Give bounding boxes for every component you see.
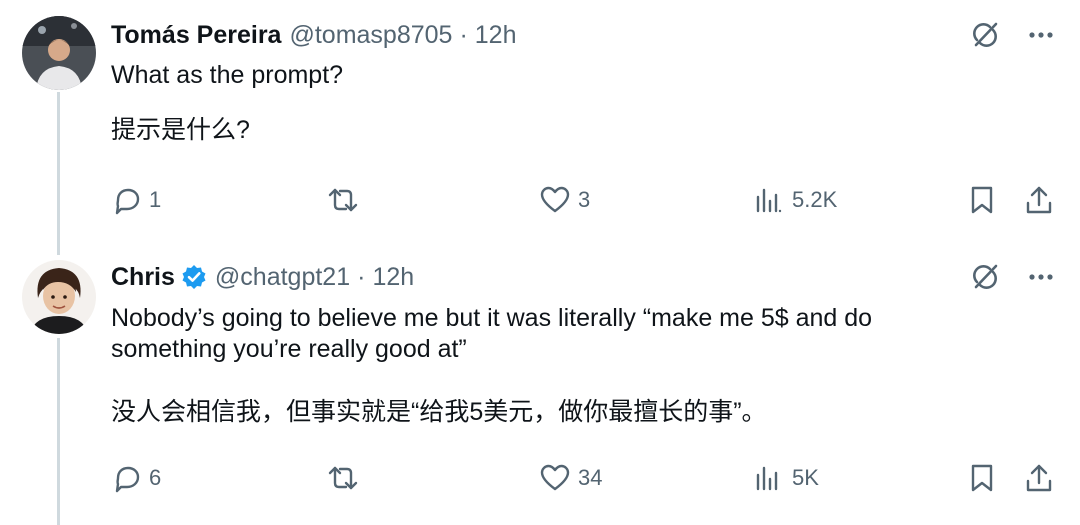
tweet-text-chinese: 提示是什么?: [111, 116, 250, 144]
bookmark-button[interactable]: [965, 458, 999, 498]
share-icon: [1026, 464, 1052, 492]
display-name[interactable]: Chris: [111, 263, 175, 292]
repost-icon: [328, 466, 358, 490]
verified-badge-icon: [181, 264, 207, 290]
share-button[interactable]: [1022, 458, 1056, 498]
tweet-1[interactable]: Tomás Pereira @tomasp8705 · 12h What as …: [0, 0, 1080, 255]
user-handle[interactable]: @tomasp8705: [289, 21, 452, 50]
separator-dot: ·: [357, 262, 366, 291]
timestamp[interactable]: 12h: [475, 21, 517, 50]
timestamp[interactable]: 12h: [372, 263, 414, 292]
tweet-text-chinese: 没人会相信我，但事实就是“给我5美元，做你最擅长的事”。: [111, 398, 767, 426]
more-icon[interactable]: [1024, 18, 1058, 52]
share-button[interactable]: [1022, 180, 1056, 220]
views-icon: [756, 466, 778, 491]
view-count: 5K: [792, 465, 819, 490]
user-handle[interactable]: @chatgpt21: [215, 263, 350, 292]
display-name[interactable]: Tomás Pereira: [111, 21, 281, 50]
repost-button[interactable]: [326, 180, 366, 220]
reply-icon: [115, 466, 140, 493]
reply-count: 1: [149, 187, 162, 212]
like-icon: [540, 464, 570, 491]
tweet-top-actions: [968, 18, 1058, 52]
view-count: 5.2K: [792, 187, 838, 212]
separator-dot: ·: [459, 20, 468, 49]
thread-line: [57, 92, 60, 255]
like-button[interactable]: 34: [538, 458, 602, 498]
share-icon: [1026, 186, 1052, 214]
avatar-photo: [22, 16, 96, 90]
bookmark-icon: [971, 464, 993, 492]
bookmark-icon: [971, 186, 993, 214]
grok-icon[interactable]: [968, 260, 1002, 294]
reply-button[interactable]: 1: [109, 180, 161, 220]
action-bar: 6 34 5K: [0, 458, 1080, 498]
avatar[interactable]: [22, 260, 96, 334]
bookmark-button[interactable]: [965, 180, 999, 220]
tweet-text-english: Nobody’s going to believe me but it was …: [111, 304, 873, 363]
tweet-header: Tomás Pereira @tomasp8705 · 12h: [111, 17, 517, 53]
reply-icon: [115, 188, 140, 215]
tweet-header: Chris @chatgpt21 · 12h: [111, 259, 414, 295]
reply-button[interactable]: 6: [109, 458, 161, 498]
tweet-top-actions: [968, 260, 1058, 294]
grok-icon[interactable]: [968, 18, 1002, 52]
tweet-2[interactable]: Chris @chatgpt21 · 12h Nobody’s going to…: [0, 255, 1080, 525]
views-icon: [756, 188, 782, 213]
repost-button[interactable]: [326, 458, 366, 498]
action-bar: 1 3 5.2K: [0, 180, 1080, 220]
avatar-photo: [22, 260, 96, 334]
like-count: 34: [578, 465, 603, 490]
reply-count: 6: [149, 465, 162, 490]
like-button[interactable]: 3: [538, 180, 590, 220]
like-count: 3: [578, 187, 591, 212]
like-icon: [540, 186, 570, 213]
avatar[interactable]: [22, 16, 96, 90]
more-icon[interactable]: [1024, 260, 1058, 294]
views-button[interactable]: 5.2K: [752, 180, 837, 220]
repost-icon: [328, 188, 358, 212]
views-button[interactable]: 5K: [752, 458, 819, 498]
tweet-text-english: What as the prompt?: [111, 61, 344, 89]
